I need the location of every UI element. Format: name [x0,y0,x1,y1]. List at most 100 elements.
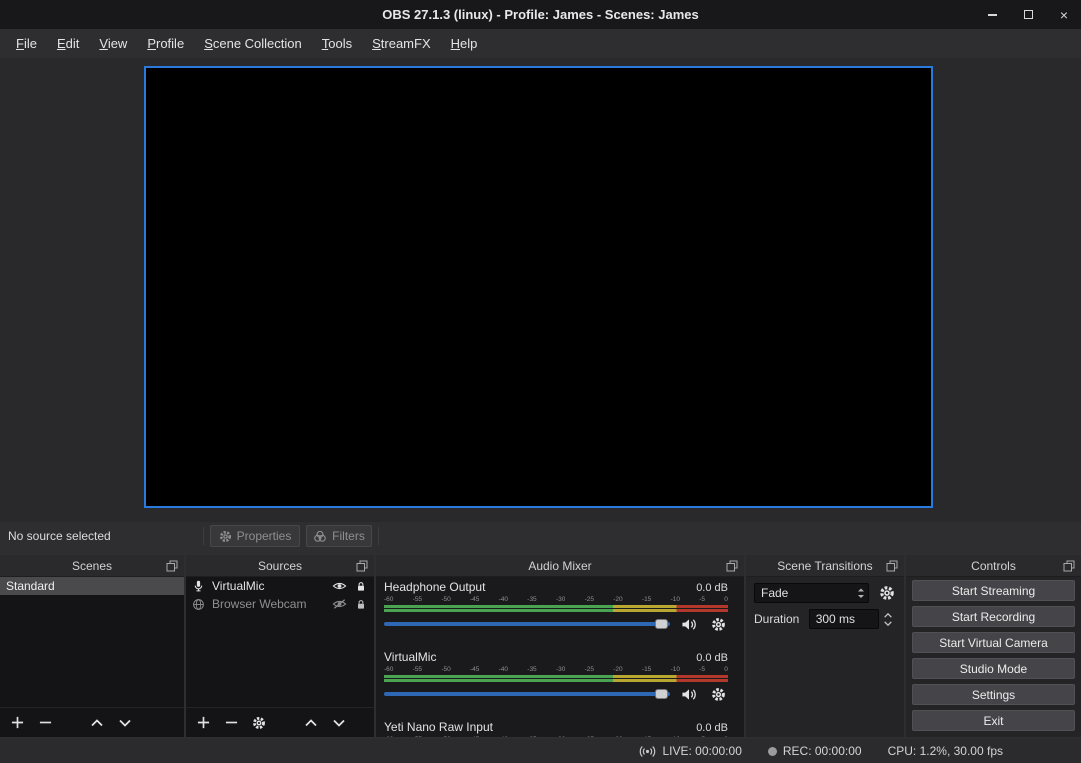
main-area [0,58,1081,522]
popout-icon[interactable] [166,560,178,572]
studio-mode-button[interactable]: Studio Mode [912,658,1075,679]
db-tick-label: -10 [671,666,680,674]
popout-icon[interactable] [726,560,738,572]
scene-move-down-button[interactable] [116,714,134,732]
add-source-button[interactable] [194,714,212,732]
db-tick-label: -50 [441,666,450,674]
audio-mixer-body: Headphone Output 0.0 dB -60-55-50-45-40-… [376,577,744,737]
meter-bar-right [384,679,728,682]
source-properties-gear-icon[interactable] [250,714,268,732]
db-tick-label: -30 [556,596,565,604]
close-button[interactable]: × [1057,8,1071,22]
mixer-name: Yeti Nano Raw Input [384,720,493,734]
sources-list: VirtualMic Browser Webcam [186,577,374,707]
scene-item-standard[interactable]: Standard [0,577,184,595]
volume-meter [384,605,728,612]
menu-file[interactable]: File [6,32,47,55]
toolbar-separator [203,527,204,545]
spinner-arrows-icon[interactable] [857,587,865,600]
volume-slider[interactable] [384,616,670,632]
duration-spin-arrows[interactable] [881,609,896,629]
window-title: OBS 27.1.3 (linux) - Profile: James - Sc… [382,7,698,22]
slider-track [384,692,670,696]
add-scene-button[interactable] [8,714,26,732]
speaker-icon[interactable] [679,616,699,632]
lock-icon[interactable] [353,579,368,593]
preview-canvas[interactable] [144,66,933,508]
speaker-icon[interactable] [679,686,699,702]
sources-header: Sources [186,555,374,577]
filter-icon [313,530,327,543]
maximize-button[interactable] [1021,8,1035,22]
menu-view[interactable]: View [89,32,137,55]
menu-streamfx[interactable]: StreamFX [362,32,441,55]
broadcast-icon [639,745,656,758]
controls-header: Controls [906,555,1081,577]
source-item-virtualmic[interactable]: VirtualMic [186,577,374,595]
slider-handle[interactable] [655,689,668,699]
mixer-level: 0.0 dB [696,652,728,664]
menu-help[interactable]: Help [441,32,488,55]
sources-body: VirtualMic Browser Webcam [186,577,374,737]
remove-source-button[interactable] [222,714,240,732]
settings-button[interactable]: Settings [912,684,1075,705]
popout-icon[interactable] [1063,560,1075,572]
lock-icon[interactable] [353,597,368,611]
record-dot-icon [768,747,777,756]
start-virtual-camera-button[interactable]: Start Virtual Camera [912,632,1075,653]
db-tick-label: -45 [470,596,479,604]
controls-body: Start Streaming Start Recording Start Vi… [906,577,1081,737]
source-label: Browser Webcam [212,597,326,611]
sources-panel: Sources VirtualMic [186,555,374,737]
menu-tools[interactable]: Tools [312,32,362,55]
gear-icon[interactable] [708,616,728,632]
duration-spinbox[interactable]: 300 ms [809,609,879,629]
source-label: VirtualMic [212,579,326,593]
db-tick-label: -25 [585,596,594,604]
slider-handle[interactable] [655,619,668,629]
source-item-browser-webcam[interactable]: Browser Webcam [186,595,374,613]
db-scale: -60-55-50-45-40-35-30-25-20-15-10-50 [384,596,728,604]
slider-track [384,622,670,626]
audio-mixer-header: Audio Mixer [376,555,744,577]
start-recording-button[interactable]: Start Recording [912,606,1075,627]
db-tick-label: -15 [642,736,651,737]
source-move-up-button[interactable] [302,714,320,732]
minimize-button[interactable] [985,8,999,22]
maximize-icon [1024,10,1033,19]
db-tick-label: -60 [384,736,393,737]
menu-profile[interactable]: Profile [137,32,194,55]
toolbar-separator [378,527,379,545]
remove-scene-button[interactable] [36,714,54,732]
transition-select[interactable]: Fade [754,583,869,603]
titlebar: OBS 27.1.3 (linux) - Profile: James - Sc… [0,0,1081,29]
start-streaming-button[interactable]: Start Streaming [912,580,1075,601]
popout-icon[interactable] [356,560,368,572]
mixer-virtualmic: VirtualMic 0.0 dB -60-55-50-45-40-35-30-… [384,647,728,702]
eye-icon[interactable] [332,579,347,593]
filters-button[interactable]: Filters [306,525,372,547]
volume-slider[interactable] [384,686,670,702]
mixer-controls [384,686,728,702]
transition-gear-icon[interactable] [879,585,896,602]
scene-move-up-button[interactable] [88,714,106,732]
eye-slash-icon[interactable] [332,597,347,611]
db-tick-label: 0 [724,596,728,604]
duration-label: Duration [754,612,809,626]
properties-button[interactable]: Properties [210,525,300,547]
db-tick-label: -50 [441,596,450,604]
audio-mixer-title: Audio Mixer [528,559,591,573]
scene-transitions-panel: Scene Transitions Fade Duration [746,555,904,737]
gear-icon[interactable] [708,686,728,702]
rec-time: REC: 00:00:00 [783,744,862,758]
live-status: LIVE: 00:00:00 [639,744,741,758]
source-move-down-button[interactable] [330,714,348,732]
popout-icon[interactable] [886,560,898,572]
exit-button[interactable]: Exit [912,710,1075,731]
meter-bar-left [384,675,728,678]
menu-scene-collection[interactable]: Scene Collection [194,32,312,55]
mixer-level: 0.0 dB [696,722,728,734]
menu-edit[interactable]: Edit [47,32,89,55]
mixer-controls [384,616,728,632]
mixer-yeti-nano: Yeti Nano Raw Input 0.0 dB -60-55-50-45-… [384,717,728,737]
